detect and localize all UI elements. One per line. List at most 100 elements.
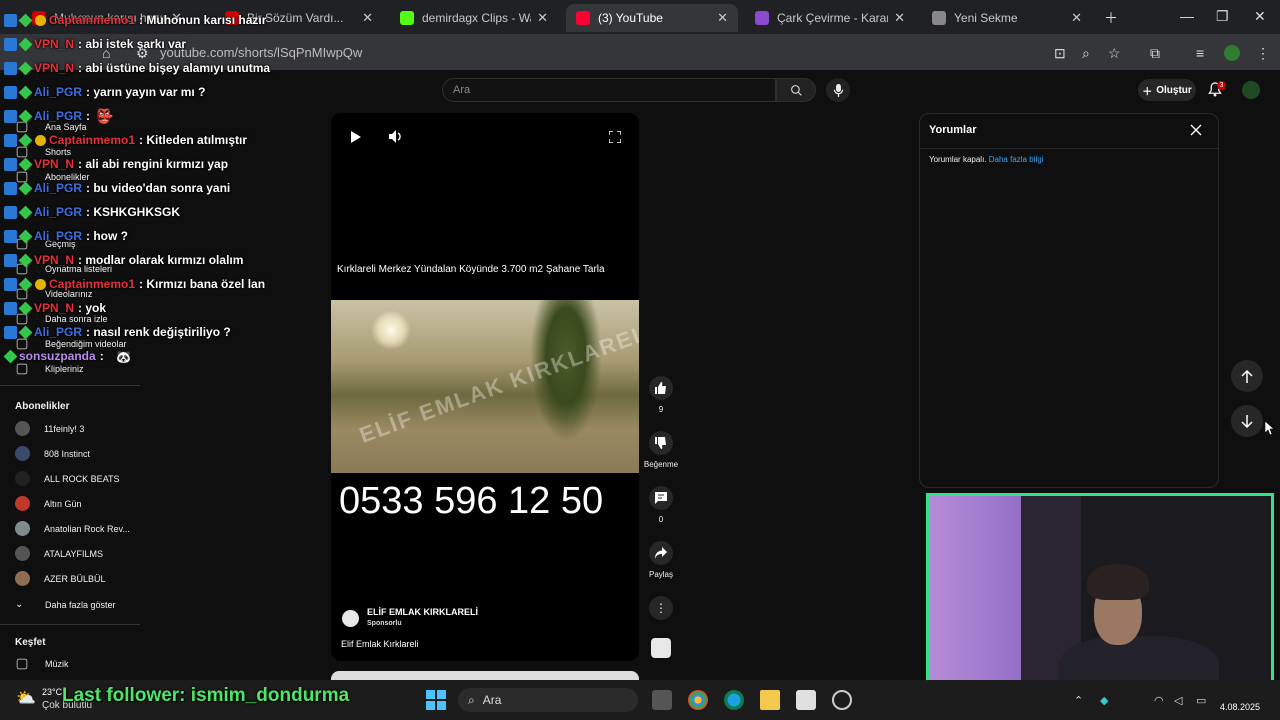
comments-action[interactable]: 0 (648, 486, 674, 524)
browser-menu-icon[interactable]: ⋮ (1256, 45, 1270, 62)
channel-avatar[interactable] (342, 610, 359, 627)
more-action[interactable]: ⋮ (648, 596, 674, 620)
like-count: 9 (658, 405, 664, 414)
chat-username[interactable]: Ali_PGR (34, 85, 82, 99)
browser-tab[interactable]: Yeni Sekme ✕ (922, 4, 1092, 32)
bookmark-star-icon[interactable]: ☆ (1108, 45, 1121, 62)
chat-text: : Muhonun karısı hazır (139, 13, 267, 27)
tab-close-icon[interactable]: ✕ (362, 10, 373, 26)
tab-close-icon[interactable]: ✕ (894, 10, 905, 26)
dislike-button[interactable] (649, 431, 673, 455)
minimize-icon[interactable]: — (1180, 8, 1194, 24)
youtube-account-avatar[interactable] (1242, 81, 1260, 99)
task-view-icon[interactable] (652, 690, 672, 710)
window-close-icon[interactable]: ✕ (1254, 8, 1266, 25)
dislike-action[interactable]: Beğenme (641, 431, 681, 469)
store-icon[interactable] (796, 690, 816, 710)
moderator-badge-icon (4, 229, 17, 243)
maximize-icon[interactable]: ❐ (1216, 8, 1229, 25)
zoom-icon[interactable]: ⌕ (1082, 45, 1090, 62)
sound-avatar[interactable] (651, 638, 671, 658)
volume-icon[interactable] (389, 130, 403, 143)
chat-username[interactable]: VPN_N (34, 157, 74, 171)
sidebar-item[interactable]: Müzik (15, 657, 69, 671)
chat-username[interactable]: Captainmemo1 (49, 133, 135, 147)
sidebar-item[interactable]: ATALAYFILMS (15, 546, 103, 561)
subscription-avatar (15, 546, 30, 561)
file-explorer-icon[interactable] (760, 690, 780, 710)
share-button[interactable] (649, 541, 673, 565)
search-button[interactable] (776, 78, 816, 102)
new-tab-icon[interactable]: ＋ (1104, 8, 1118, 28)
tab-close-icon[interactable]: ✕ (1071, 10, 1082, 26)
chat-username[interactable]: Ali_PGR (34, 181, 82, 195)
moderator-badge-icon (4, 133, 17, 147)
share-icon (655, 547, 667, 559)
fullscreen-icon[interactable] (609, 131, 621, 143)
sidebar-item[interactable]: 11feinly! 3 (15, 421, 84, 436)
chrome-icon[interactable] (688, 690, 708, 710)
tray-overflow-icon[interactable]: ⌃ (1074, 694, 1083, 707)
media-control-icon[interactable]: ≡ (1196, 45, 1204, 61)
sidebar-show-more[interactable]: ⌄ Daha fazla göster (15, 598, 116, 612)
dislike-label: Beğenme (643, 460, 679, 469)
moderator-badge-icon (4, 277, 17, 291)
chat-username[interactable]: Ali_PGR (34, 325, 82, 339)
verified-badge-icon (18, 157, 33, 171)
more-button[interactable]: ⋮ (649, 596, 673, 620)
sidebar-item[interactable]: Anatolian Rock Rev... (15, 521, 130, 536)
voice-search-button[interactable] (826, 78, 850, 102)
wifi-icon[interactable]: ◠ (1154, 694, 1164, 707)
chat-username[interactable]: VPN_N (34, 253, 74, 267)
chat-username[interactable]: Ali_PGR (34, 109, 82, 123)
browser-tab[interactable]: Çark Çevirme - Karar Çarkı! ✕ (745, 4, 915, 32)
edge-icon[interactable] (724, 690, 744, 710)
chat-username[interactable]: VPN_N (34, 37, 74, 51)
create-button[interactable]: ＋ Oluştur (1138, 79, 1196, 101)
taskbar-search[interactable]: ⌕ Ara (458, 688, 638, 712)
tab-close-icon[interactable]: ✕ (717, 10, 728, 26)
comments-button[interactable] (649, 486, 673, 510)
subscription-avatar (15, 521, 30, 536)
next-short-button[interactable] (1231, 405, 1263, 437)
chat-username[interactable]: VPN_N (34, 301, 74, 315)
tab-close-icon[interactable]: ✕ (537, 10, 548, 26)
battery-icon[interactable]: ▭ (1196, 694, 1206, 707)
create-label: Oluştur (1156, 84, 1192, 96)
windows-start-icon[interactable] (426, 690, 446, 710)
chat-username[interactable]: sonsuzpanda (19, 349, 96, 363)
like-button[interactable] (649, 376, 673, 400)
browser-tab[interactable]: demirdagx Clips - Watch L ✕ (390, 4, 558, 32)
chat-message: Captainmemo1 : Muhonun karısı hazır (4, 10, 266, 30)
chat-message: Ali_PGR: KSHKGHKSGK (4, 202, 180, 222)
speaker-icon[interactable]: ◁ (1174, 694, 1182, 707)
obs-icon[interactable] (832, 690, 852, 710)
moderator-badge-icon (4, 37, 17, 51)
sidebar-item[interactable]: 808 Instinct (15, 446, 90, 461)
learn-more-link[interactable]: Daha fazla bilgi (989, 155, 1044, 164)
sidebar-item[interactable]: AZER BÜLBÜL (15, 571, 106, 586)
sidebar-item[interactable]: Altın Gün (15, 496, 82, 511)
chat-username[interactable]: Ali_PGR (34, 205, 82, 219)
chat-username[interactable]: Ali_PGR (34, 229, 82, 243)
chat-username[interactable]: VPN_N (34, 61, 74, 75)
like-action[interactable]: 9 (648, 376, 674, 414)
close-icon[interactable] (1190, 124, 1202, 136)
share-action[interactable]: Paylaş (644, 541, 678, 579)
extensions-icon[interactable]: ⧉ (1150, 45, 1160, 62)
chat-message: VPN_N : modlar olarak kırmızı olalım (4, 250, 243, 270)
browser-profile-avatar[interactable] (1224, 45, 1240, 61)
sidebar-item[interactable]: ALL ROCK BEATS (15, 471, 120, 486)
channel-name[interactable]: ELİF EMLAK KIRKLARELİ (367, 607, 478, 617)
search-input[interactable]: Ara (442, 78, 776, 102)
chat-text: : modlar olarak kırmızı olalım (78, 253, 244, 267)
browser-tab[interactable]: (3) YouTube ✕ (566, 4, 738, 32)
chat-username[interactable]: Captainmemo1 (49, 277, 135, 291)
tray-app-icon[interactable]: ◆ (1100, 694, 1108, 707)
chat-username[interactable]: Captainmemo1 (49, 13, 135, 27)
play-icon[interactable] (351, 131, 361, 143)
install-app-icon[interactable]: ⊡ (1054, 45, 1066, 62)
stream-chat-overlay: Captainmemo1 : Muhonun karısı hazır VPN_N:… (0, 0, 330, 380)
verified-badge-icon (18, 301, 33, 315)
previous-short-button[interactable] (1231, 360, 1263, 392)
